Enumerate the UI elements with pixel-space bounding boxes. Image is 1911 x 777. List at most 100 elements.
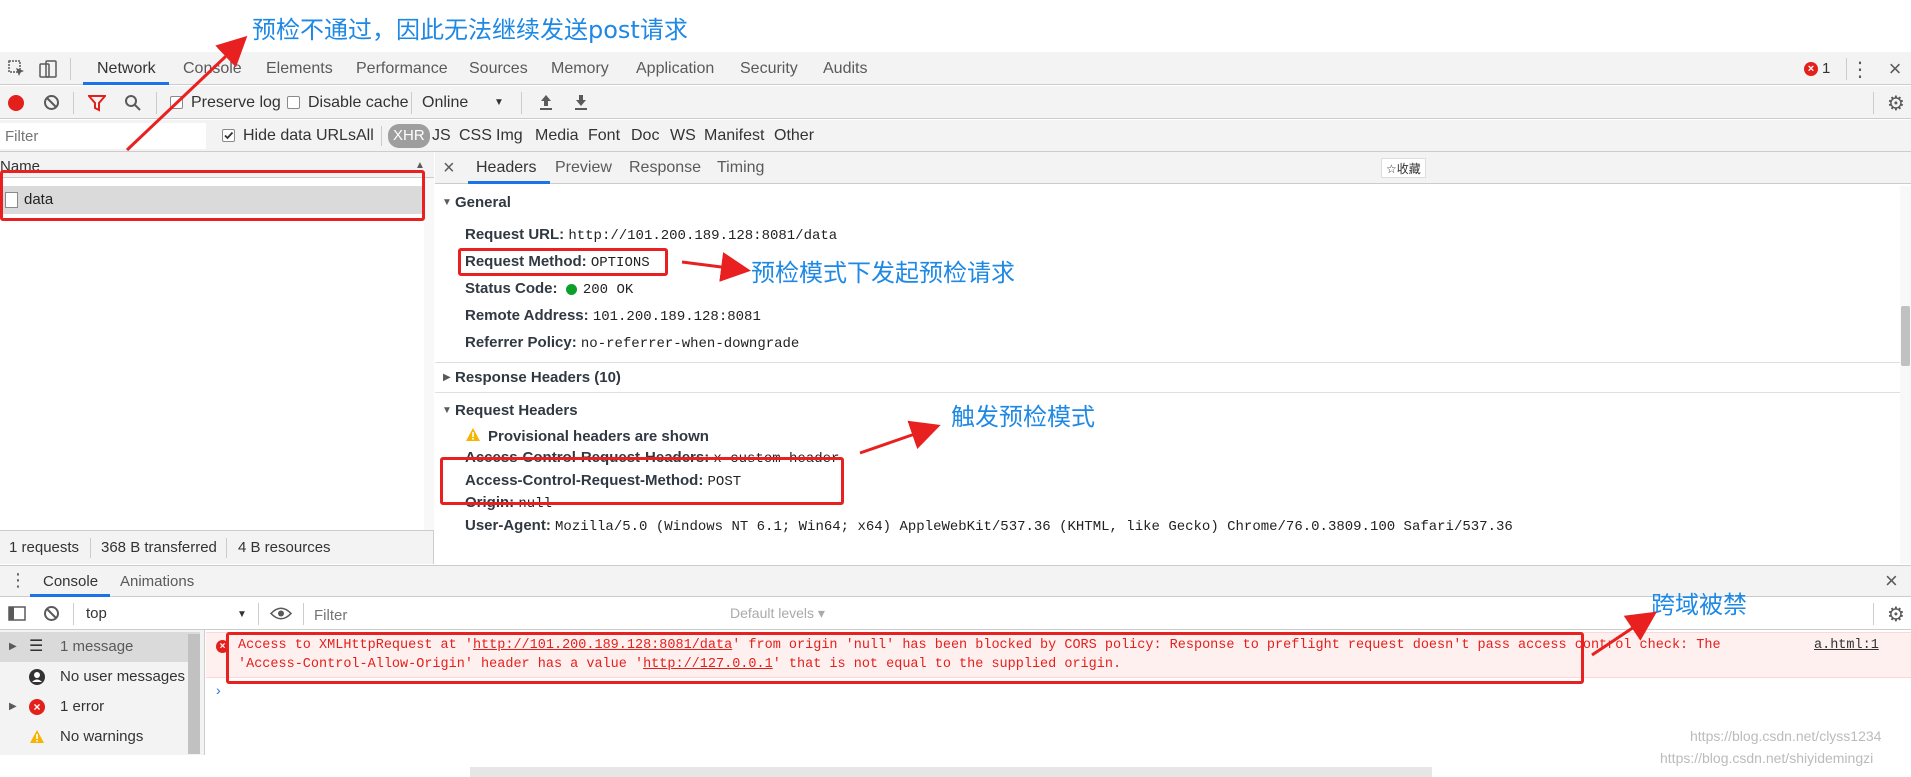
annotation-box-request xyxy=(0,170,425,221)
preserve-log-checkbox[interactable] xyxy=(170,96,183,109)
console-filter-input[interactable] xyxy=(314,604,718,626)
request-list-scrollbar[interactable] xyxy=(424,178,434,556)
log-levels-select[interactable]: Default levels ▾ xyxy=(730,597,825,630)
transferred-size: 368 B transferred xyxy=(101,539,217,556)
status-code-key: Status Code: xyxy=(465,280,558,297)
sidebar-item-errors[interactable]: ▶ × 1 error xyxy=(0,692,200,722)
error-count[interactable]: 1 xyxy=(1822,52,1830,85)
close-devtools-icon[interactable]: × xyxy=(1885,56,1905,81)
export-har-icon[interactable] xyxy=(573,93,589,111)
hide-data-urls-label: Hide data URLs xyxy=(243,127,356,144)
tab-console[interactable]: Console xyxy=(183,52,242,85)
remote-address-key: Remote Address: xyxy=(465,307,589,324)
details-scrollbar[interactable] xyxy=(1900,186,1911,564)
console-context-select[interactable]: top xyxy=(86,597,107,630)
tab-security[interactable]: Security xyxy=(740,52,798,85)
search-icon[interactable] xyxy=(124,94,142,112)
record-icon[interactable] xyxy=(8,95,24,111)
request-url: Request URL: http://101.200.189.128:8081… xyxy=(465,226,837,244)
more-options-icon[interactable]: ⋮ xyxy=(1850,58,1870,81)
import-har-icon[interactable] xyxy=(538,93,554,111)
annotation-box-acr-headers xyxy=(440,457,844,505)
console-settings-gear-icon[interactable]: ⚙ xyxy=(1886,604,1906,626)
filter-type-ws[interactable]: WS xyxy=(670,120,696,152)
console-sidebar-toggle-icon[interactable] xyxy=(8,606,26,621)
annotation-box-method xyxy=(458,248,668,276)
context-chevron-down-icon[interactable]: ▼ xyxy=(237,609,247,620)
details-tab-indicator xyxy=(468,181,550,184)
filter-type-media[interactable]: Media xyxy=(535,120,579,152)
network-settings-gear-icon[interactable]: ⚙ xyxy=(1886,93,1906,115)
console-prompt-icon[interactable]: › xyxy=(216,682,221,698)
user-agent-key: User-Agent: xyxy=(465,517,551,534)
referrer-policy-key: Referrer Policy: xyxy=(465,334,577,351)
warning-triangle-icon xyxy=(29,729,45,744)
filter-type-css[interactable]: CSS xyxy=(459,120,492,152)
clear-icon[interactable] xyxy=(43,94,60,111)
status-ok-dot-icon xyxy=(565,283,577,295)
warning-icon xyxy=(465,427,481,442)
devtools-tabbar: Network Console Elements Performance Sou… xyxy=(0,52,1911,85)
annotation-cors: 跨域被禁 xyxy=(1651,591,1747,619)
drawer-tab-animations[interactable]: Animations xyxy=(120,566,194,597)
drawer-menu-icon[interactable]: ⋮ xyxy=(9,570,27,591)
filter-type-font[interactable]: Font xyxy=(588,120,620,152)
filter-type-all[interactable]: All xyxy=(356,120,374,152)
error-source-link[interactable]: a.html:1 xyxy=(1814,638,1879,653)
tab-elements[interactable]: Elements xyxy=(266,52,333,85)
filter-icon[interactable] xyxy=(88,94,106,112)
tab-audits[interactable]: Audits xyxy=(823,52,867,85)
section-request-headers[interactable]: Request Headers xyxy=(455,402,578,419)
tab-memory[interactable]: Memory xyxy=(551,52,609,85)
drawer-tab-console[interactable]: Console xyxy=(43,566,98,597)
close-details-icon[interactable]: × xyxy=(443,157,455,180)
expand-response-headers-icon[interactable]: ▶ xyxy=(443,372,451,383)
request-url-value: http://101.200.189.128:8081/data xyxy=(568,228,838,244)
filter-type-manifest[interactable]: Manifest xyxy=(704,120,764,152)
chevron-down-icon[interactable]: ▼ xyxy=(494,97,504,108)
annotation-trigger: 触发预检模式 xyxy=(951,403,1095,431)
hide-data-urls-checkbox[interactable] xyxy=(222,129,235,142)
inspect-element-icon[interactable] xyxy=(8,60,26,78)
expand-messages-icon[interactable]: ▶ xyxy=(9,632,17,662)
live-expression-eye-icon[interactable] xyxy=(270,606,292,621)
sidebar-item-warnings[interactable]: No warnings xyxy=(0,722,200,752)
tab-application[interactable]: Application xyxy=(636,52,714,85)
active-tab-indicator xyxy=(83,82,169,85)
device-toolbar-icon[interactable] xyxy=(38,59,58,79)
filter-type-doc[interactable]: Doc xyxy=(631,120,659,152)
bookmark-tooltip: ☆收藏 xyxy=(1381,158,1426,178)
tab-headers[interactable]: Headers xyxy=(476,152,536,184)
tab-performance[interactable]: Performance xyxy=(356,52,448,85)
tab-timing[interactable]: Timing xyxy=(717,152,764,184)
tab-response[interactable]: Response xyxy=(629,152,701,184)
remote-address: Remote Address: 101.200.189.128:8081 xyxy=(465,307,761,325)
sidebar-item-user-messages[interactable]: No user messages xyxy=(0,662,200,692)
disable-cache-label: Disable cache xyxy=(308,94,409,111)
console-sidebar-scrollbar[interactable] xyxy=(188,634,200,754)
section-response-headers[interactable]: Response Headers (10) xyxy=(455,369,621,386)
sidebar-messages-label: 1 message xyxy=(60,638,134,655)
console-toolbar: top ▼ Default levels ▾ ⚙ xyxy=(0,597,1911,630)
expand-request-headers-icon[interactable]: ▼ xyxy=(442,405,452,416)
filter-type-js[interactable]: JS xyxy=(432,120,451,152)
section-general[interactable]: General xyxy=(455,194,511,211)
filter-type-other[interactable]: Other xyxy=(774,120,814,152)
tab-network[interactable]: Network xyxy=(97,52,156,85)
console-clear-icon[interactable] xyxy=(43,605,60,622)
expand-errors-icon[interactable]: ▶ xyxy=(9,692,17,722)
network-filter-input[interactable] xyxy=(0,123,206,149)
sidebar-item-messages[interactable]: ▶ ☰ 1 message xyxy=(0,632,200,662)
error-count-icon[interactable]: × xyxy=(1804,62,1818,76)
annotation-method: 预检模式下发起预检请求 xyxy=(751,259,1015,287)
tab-preview[interactable]: Preview xyxy=(555,152,612,184)
disable-cache-checkbox[interactable] xyxy=(287,96,300,109)
details-scrollbar-thumb[interactable] xyxy=(1901,306,1910,366)
close-drawer-icon[interactable]: × xyxy=(1885,568,1898,594)
filter-type-img[interactable]: Img xyxy=(496,120,523,152)
filter-type-xhr[interactable]: XHR xyxy=(388,124,430,148)
expand-general-icon[interactable]: ▼ xyxy=(442,197,452,208)
tab-sources[interactable]: Sources xyxy=(469,52,528,85)
user-icon xyxy=(29,669,45,685)
throttling-select[interactable]: Online xyxy=(422,86,468,119)
